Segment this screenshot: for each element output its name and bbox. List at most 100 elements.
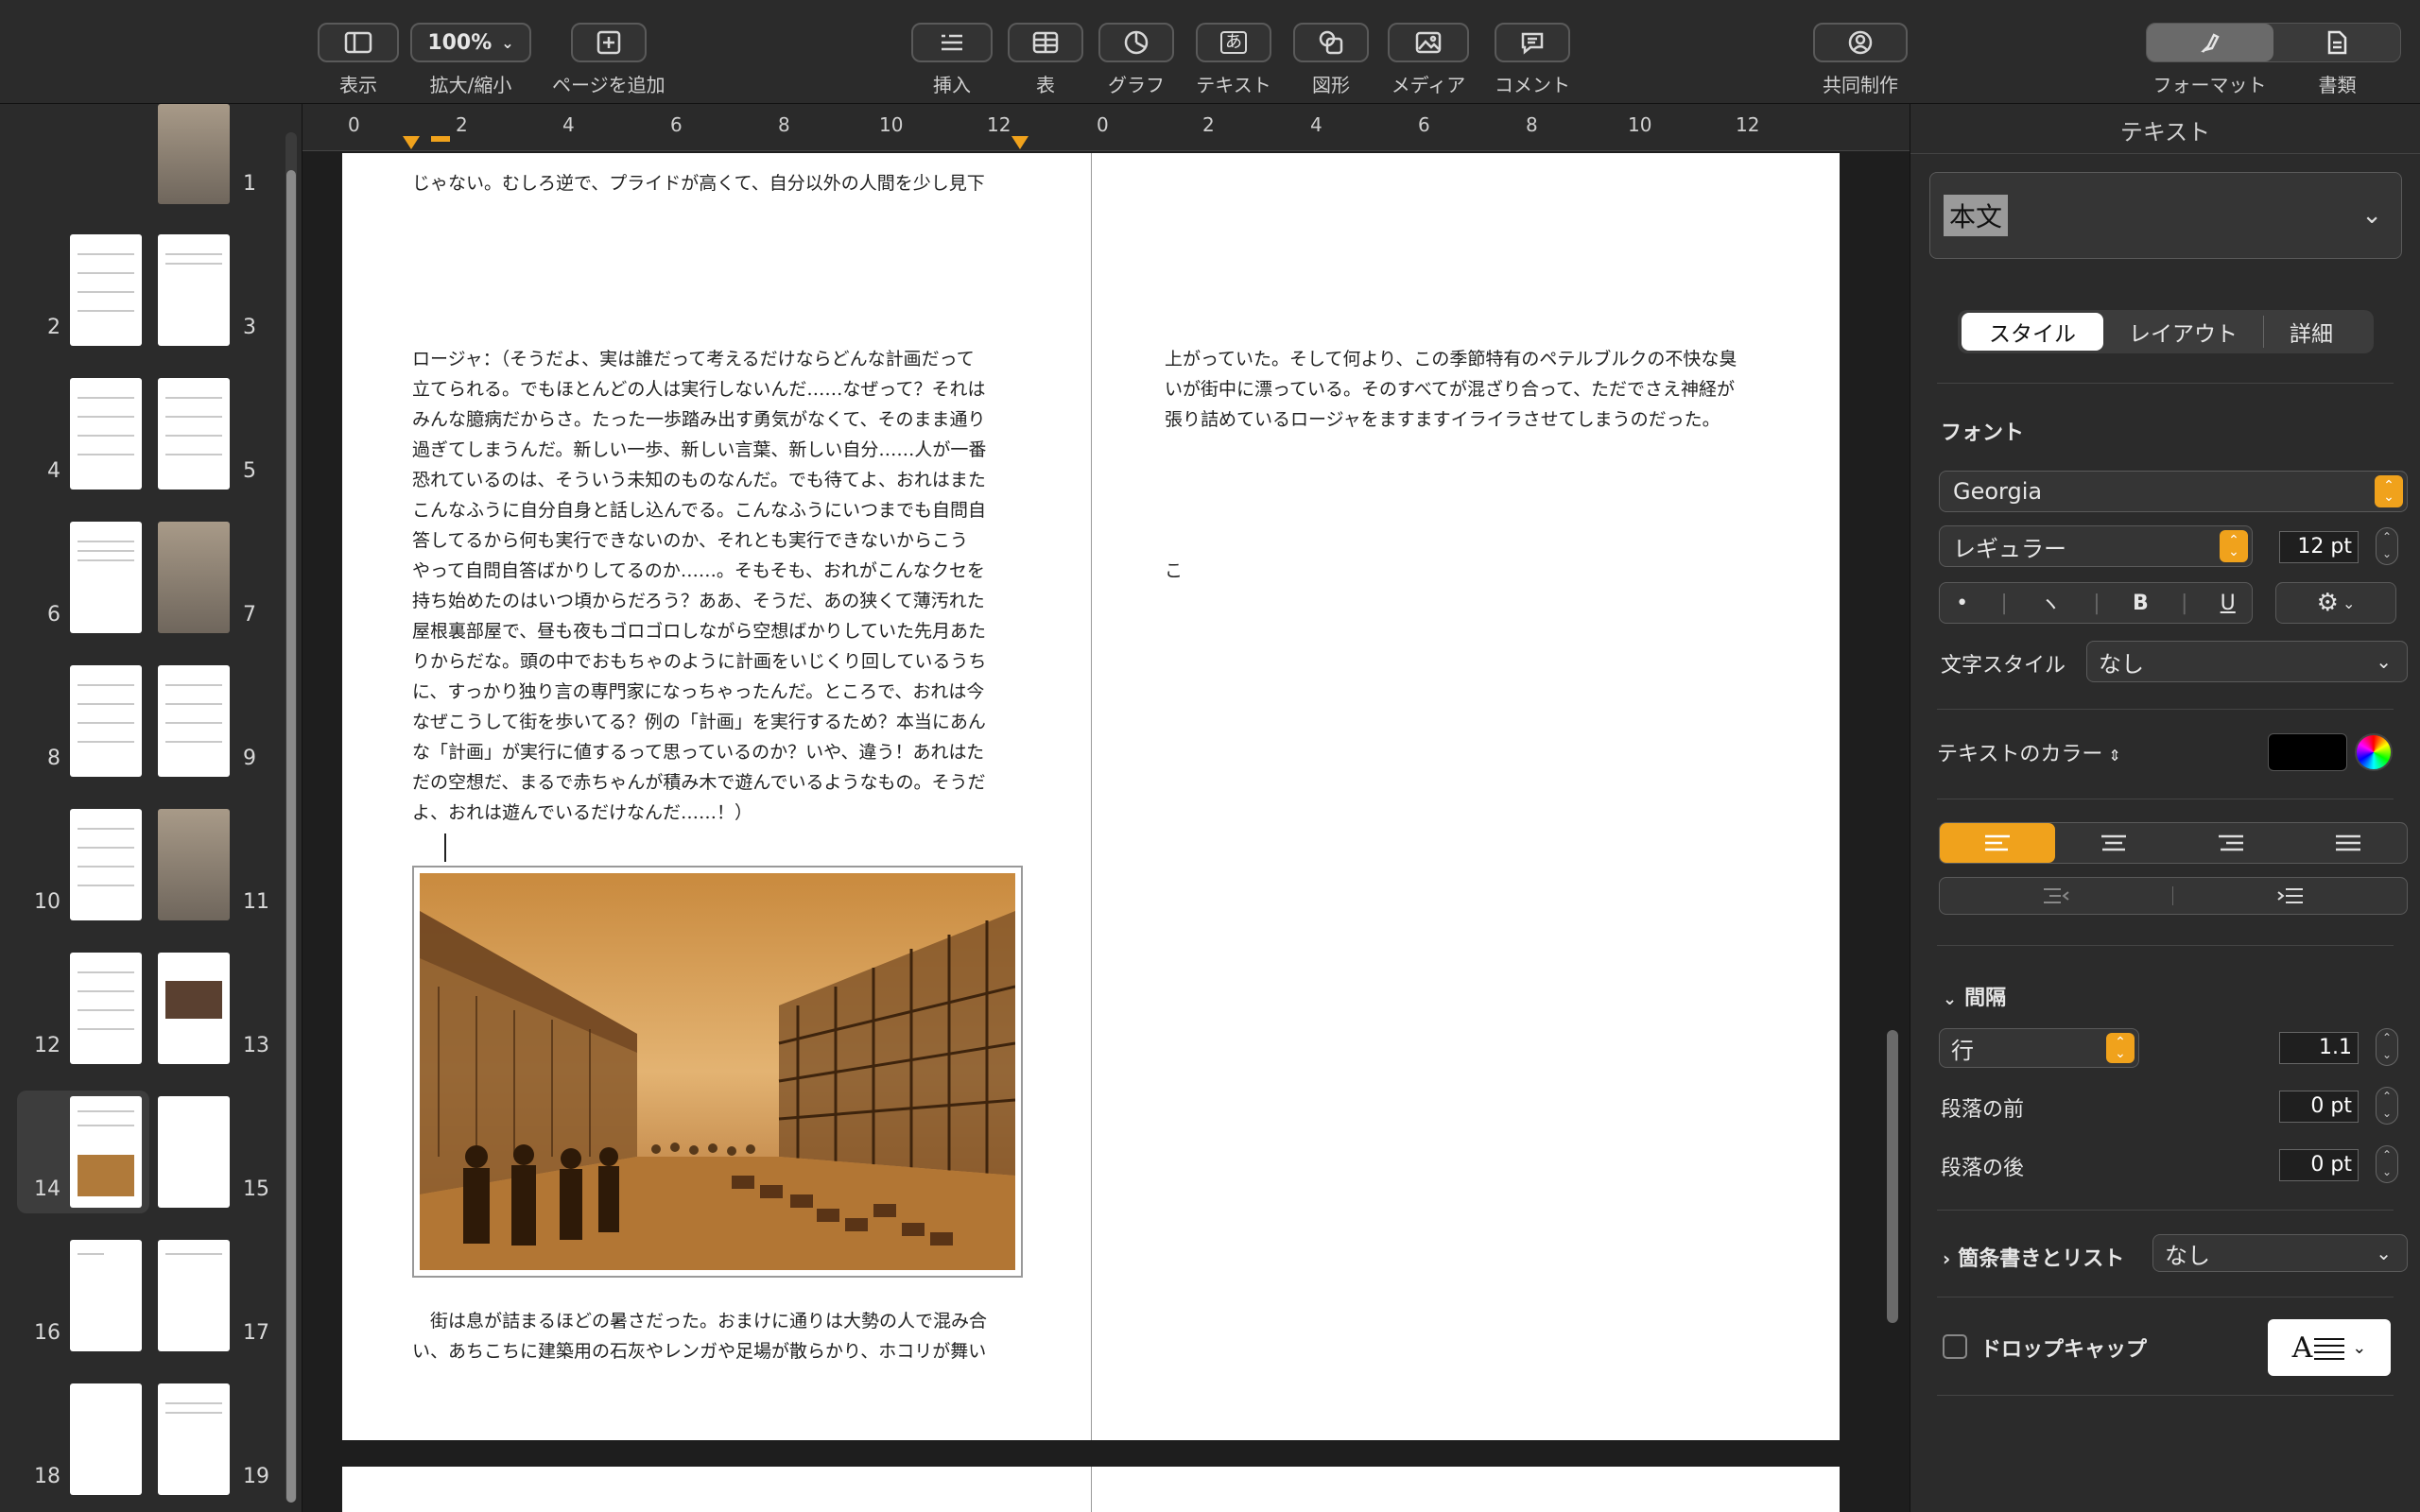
- separator: |: [2181, 591, 2188, 615]
- color-wheel-icon[interactable]: [2355, 733, 2393, 771]
- page-thumb-19[interactable]: [158, 1383, 230, 1495]
- sidebar-scrollbar[interactable]: [285, 132, 297, 1503]
- left-indent-marker[interactable]: [431, 136, 450, 142]
- page-thumb-8[interactable]: [70, 665, 142, 777]
- page-thumb-3[interactable]: [158, 234, 230, 346]
- street-illustration[interactable]: [412, 866, 1023, 1278]
- insert-button[interactable]: [911, 23, 993, 62]
- tab-layout[interactable]: レイアウト: [2103, 316, 2264, 348]
- divider: [1937, 945, 2394, 946]
- collab-button[interactable]: [1813, 23, 1908, 62]
- bullet-style-button[interactable]: •: [1956, 592, 1968, 615]
- font-name: Georgia: [1953, 478, 2043, 505]
- font-weight-dropdown[interactable]: レギュラー ⌃ ⌄: [1939, 525, 2253, 567]
- page-thumb-14[interactable]: [70, 1096, 142, 1208]
- right-text-fragment[interactable]: こ: [1165, 556, 1183, 586]
- page-thumb-4[interactable]: [70, 378, 142, 490]
- tab-style[interactable]: スタイル: [1962, 313, 2103, 351]
- underline-button[interactable]: U: [2221, 592, 2236, 615]
- ruler-number: 10: [879, 113, 904, 136]
- bullets-dropdown[interactable]: なし ⌄: [2152, 1234, 2408, 1272]
- paragraph-style-value: 本文: [1944, 195, 2009, 236]
- page-thumb-16[interactable]: [70, 1240, 142, 1351]
- align-right-button[interactable]: [2172, 833, 2290, 852]
- page-number: 13: [243, 1034, 269, 1057]
- page-thumb-5[interactable]: [158, 378, 230, 490]
- view-button[interactable]: [318, 23, 399, 62]
- page-thumb-6[interactable]: [70, 522, 142, 633]
- media-button[interactable]: [1388, 23, 1469, 62]
- left-paragraph[interactable]: ロージャ：（そうだよ、実は誰だって考えるだけならどんな計画だって 立てられる。で…: [412, 344, 1074, 828]
- page-thumb-2[interactable]: [70, 234, 142, 346]
- text-color-label[interactable]: テキストのカラー ⇕: [1937, 737, 2121, 767]
- view-label: 表示: [339, 74, 377, 96]
- zoom-value: 100%: [427, 30, 493, 55]
- first-line-indent-marker[interactable]: [403, 136, 420, 149]
- page-number: 6: [47, 603, 60, 627]
- page-thumb-11[interactable]: [158, 809, 230, 920]
- separator: |: [2000, 591, 2008, 615]
- text-button[interactable]: あ: [1196, 23, 1271, 62]
- canvas-scrollbar[interactable]: [1887, 1030, 1898, 1323]
- ruby-button[interactable]: ヽ: [2040, 588, 2061, 618]
- document-button[interactable]: [2273, 24, 2400, 61]
- page-thumb-12[interactable]: [70, 953, 142, 1064]
- space-after-field[interactable]: 0 pt: [2279, 1149, 2359, 1181]
- bold-button[interactable]: B: [2133, 592, 2149, 615]
- text-color-well[interactable]: [2268, 733, 2347, 771]
- page-thumb-15[interactable]: [158, 1096, 230, 1208]
- separator: |: [2093, 591, 2100, 615]
- space-after-stepper[interactable]: ⌃ ⌄: [2376, 1145, 2398, 1183]
- line-spacing-field[interactable]: 1.1: [2279, 1032, 2359, 1064]
- shape-button[interactable]: [1293, 23, 1369, 62]
- space-before-label: 段落の前: [1941, 1098, 2025, 1122]
- line-spacing-stepper[interactable]: ⌃ ⌄: [2376, 1028, 2398, 1066]
- shape-label: 図形: [1312, 74, 1350, 96]
- increase-indent-button[interactable]: [2173, 886, 2407, 905]
- sidebar-scroll-knob[interactable]: [286, 170, 296, 1503]
- space-before-field[interactable]: 0 pt: [2279, 1091, 2359, 1123]
- add-page-button[interactable]: [570, 23, 647, 62]
- page-number: 12: [34, 1034, 60, 1057]
- page-thumb-18[interactable]: [70, 1383, 142, 1495]
- decrease-indent-button[interactable]: [1940, 886, 2173, 905]
- dropcap-checkbox[interactable]: [1943, 1334, 1967, 1359]
- sidebar-icon: [344, 31, 372, 54]
- zoom-dropdown[interactable]: 100% ⌄: [410, 23, 531, 62]
- right-paragraph[interactable]: 上がっていた。そして何より、この季節特有のペテルブルクの不快な臭 いが街中に漂っ…: [1165, 344, 1826, 435]
- bullets-section-toggle[interactable]: › 箇条書きとリスト: [1943, 1242, 2124, 1272]
- page-number: 10: [34, 890, 60, 914]
- line-spacing-dropdown[interactable]: 行 ⌃ ⌄: [1939, 1028, 2139, 1068]
- spacing-section-toggle[interactable]: ⌄ 間隔: [1943, 981, 2006, 1011]
- chevron-down-icon: ⌄: [2342, 593, 2356, 612]
- text-options-button[interactable]: ⚙ ⌄: [2275, 582, 2396, 624]
- page-thumb-7[interactable]: [158, 522, 230, 633]
- tab-advanced[interactable]: 詳細: [2264, 316, 2359, 348]
- dropcap-style-picker[interactable]: A ⌄: [2268, 1319, 2391, 1376]
- format-button[interactable]: [2147, 24, 2273, 61]
- space-before-stepper[interactable]: ⌃ ⌄: [2376, 1087, 2398, 1125]
- chart-button[interactable]: [1098, 23, 1174, 62]
- ruler-number: 12: [987, 113, 1011, 136]
- page-thumb-13[interactable]: [158, 953, 230, 1064]
- align-justify-button[interactable]: [2290, 833, 2407, 852]
- page-thumb-17[interactable]: [158, 1240, 230, 1351]
- font-family-dropdown[interactable]: Georgia ⌃ ⌄: [1939, 471, 2408, 512]
- font-size-field[interactable]: 12 pt: [2279, 531, 2359, 563]
- chart-label: グラフ: [1108, 74, 1165, 96]
- font-size-stepper[interactable]: ⌃ ⌄: [2376, 527, 2398, 565]
- page-thumb-9[interactable]: [158, 665, 230, 777]
- page-thumb-10[interactable]: [70, 809, 142, 920]
- page-thumb-1[interactable]: [158, 104, 230, 204]
- char-style-dropdown[interactable]: なし ⌄: [2086, 641, 2408, 682]
- page-text[interactable]: じゃない。むしろ逆で、プライドが高くて、自分以外の人間を少し見下: [412, 168, 985, 198]
- paragraph-style-dropdown[interactable]: 本文 ⌄: [1929, 172, 2402, 259]
- bottom-left-paragraph[interactable]: 街は息が詰まるほどの暑さだった。おまけに通りは大勢の人で混み合 い、あちこちに建…: [412, 1306, 1074, 1366]
- text-cursor: [444, 833, 446, 862]
- right-indent-marker[interactable]: [1011, 136, 1028, 149]
- align-center-button[interactable]: [2055, 833, 2172, 852]
- comment-button[interactable]: [1495, 23, 1570, 62]
- table-button[interactable]: [1008, 23, 1083, 62]
- dropcap-preview-icon: A: [2291, 1331, 2313, 1365]
- align-left-button[interactable]: [1940, 823, 2055, 863]
